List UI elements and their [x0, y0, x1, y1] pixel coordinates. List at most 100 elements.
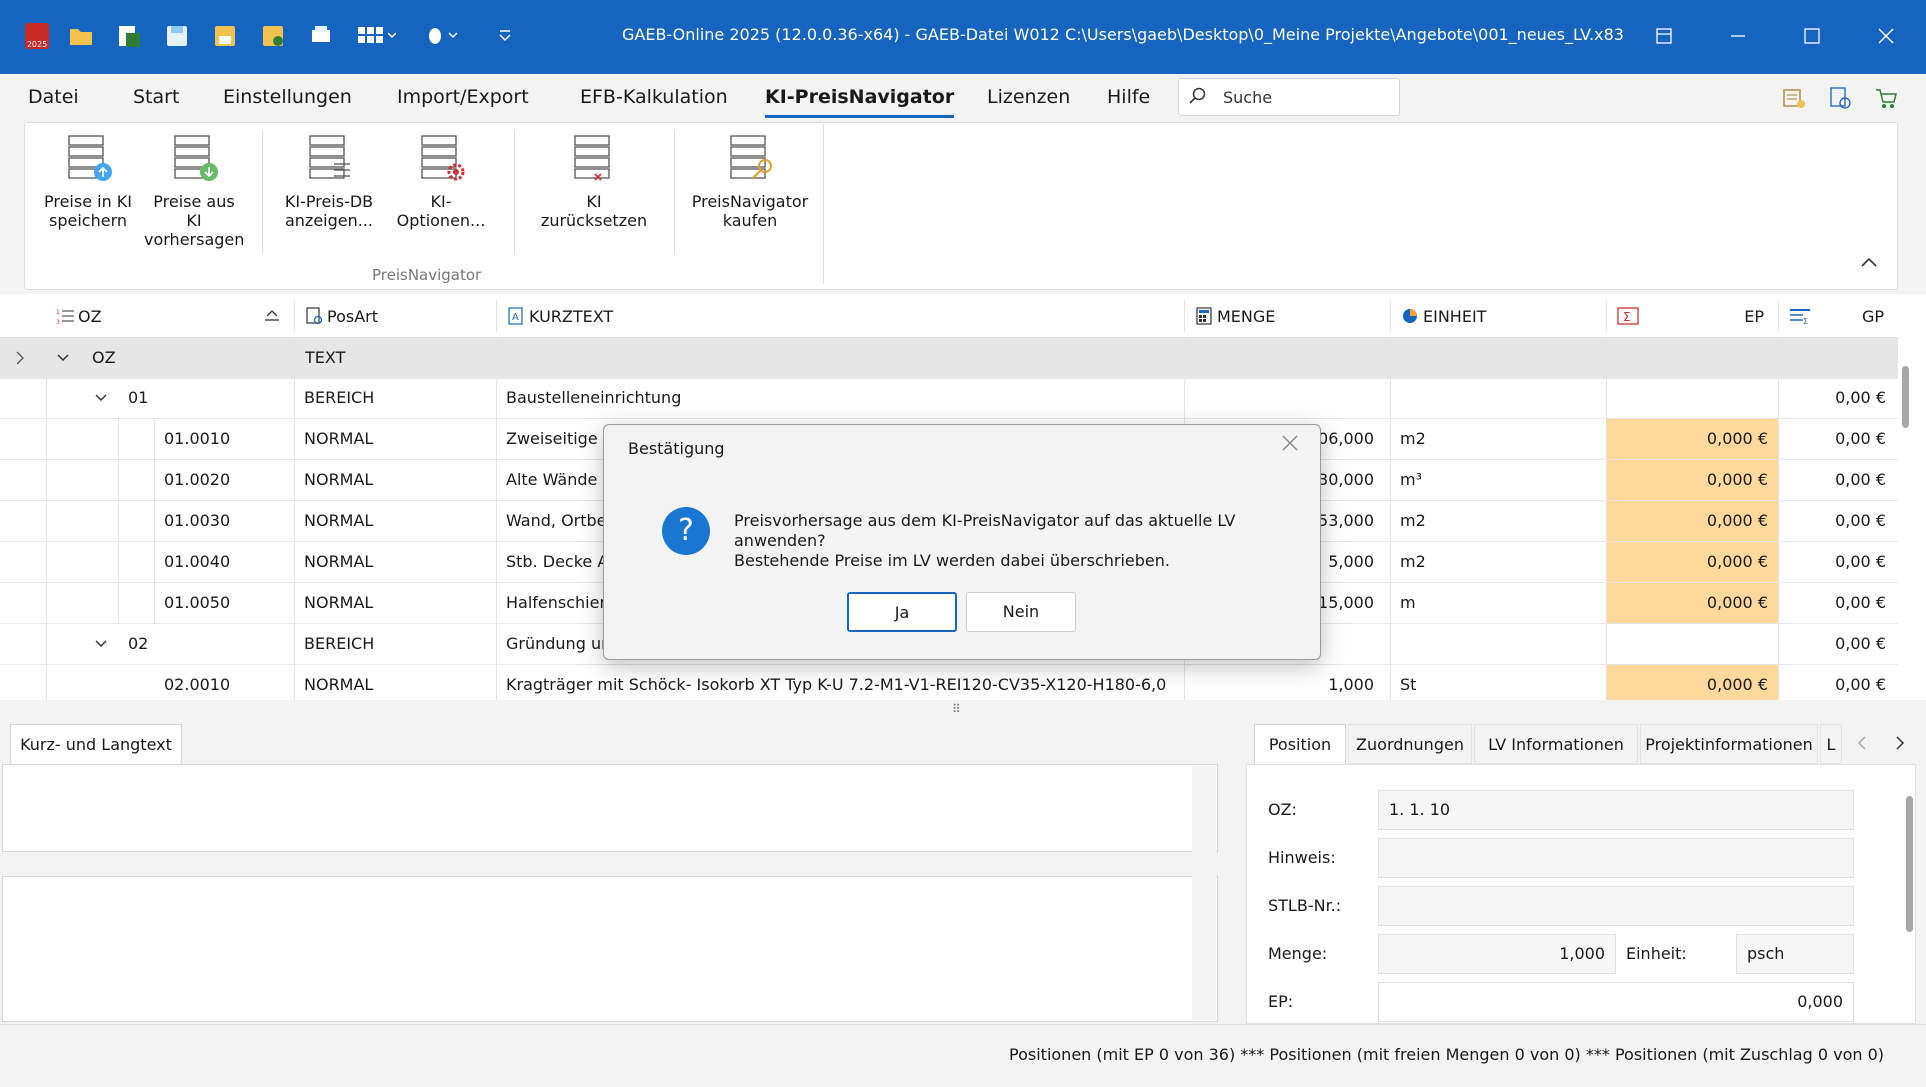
restore-layout-icon[interactable] — [1644, 18, 1684, 54]
menu-datei[interactable]: Datei — [28, 86, 79, 108]
dialog-message-line: Bestehende Preise im LV werden dabei übe… — [734, 551, 1170, 570]
column-separator — [1390, 338, 1391, 700]
menge-field[interactable]: 1,000 — [1378, 934, 1616, 974]
ribbon-label: PreisNavigator — [691, 192, 809, 211]
cell-ep: 0,000 € — [1606, 542, 1778, 582]
print-icon[interactable] — [304, 18, 338, 54]
column-header-menge[interactable]: MENGE — [1184, 300, 1390, 332]
ribbon-label: KI-Preis-DB — [284, 192, 374, 211]
svg-text:3: 3 — [56, 319, 60, 325]
dialog-close-icon[interactable] — [1280, 433, 1300, 459]
close-icon[interactable] — [1866, 18, 1906, 54]
open-folder-icon[interactable] — [64, 18, 98, 54]
save-icon[interactable] — [160, 18, 194, 54]
cell-gp: 0,00 € — [1835, 675, 1886, 694]
cell-ep — [1606, 378, 1778, 418]
column-header-posart[interactable]: PosArt — [294, 300, 496, 332]
cell-ep: 0,000 € — [1606, 460, 1778, 500]
column-header-label: GP — [1861, 306, 1884, 326]
new-file-icon[interactable] — [256, 18, 290, 54]
grid-scrollbar[interactable] — [1902, 366, 1909, 428]
minimize-icon[interactable] — [1718, 18, 1758, 54]
ep-field[interactable]: 0,000 — [1378, 982, 1854, 1022]
cell-oz: 01.0030 — [164, 511, 231, 530]
save-as-icon[interactable] — [208, 18, 242, 54]
show-ki-price-db-button[interactable]: KI-Preis-DB anzeigen... — [280, 130, 378, 230]
tab-zuordnungen[interactable]: Zuordnungen — [1348, 724, 1472, 764]
search-icon — [1189, 87, 1207, 110]
cell-einheit: m2 — [1400, 552, 1426, 571]
unit-icon — [1401, 307, 1419, 325]
no-button[interactable]: Nein — [966, 592, 1076, 632]
excel-import-icon[interactable] — [112, 18, 146, 54]
table-row[interactable]: 01 BEREICH Baustelleneinrichtung 0,00 € — [0, 378, 1898, 419]
confirmation-dialog: Bestätigung ? Preisvorhersage aus dem KI… — [603, 424, 1321, 660]
kurztext-editor[interactable] — [2, 764, 1218, 852]
hinweis-field[interactable] — [1378, 838, 1854, 878]
collapse-chevron-icon[interactable] — [56, 338, 76, 378]
layout-grid-icon[interactable] — [352, 18, 400, 54]
svg-text:A: A — [512, 312, 519, 323]
expand-arrow-icon[interactable] — [14, 338, 34, 378]
menu-einstellungen[interactable]: Einstellungen — [223, 86, 352, 108]
cell-ep: 0,000 € — [1606, 665, 1778, 705]
sort-icon[interactable] — [264, 307, 280, 326]
menu-efb-kalkulation[interactable]: EFB-Kalkulation — [580, 86, 728, 108]
svg-text:1: 1 — [56, 309, 60, 316]
menu-lizenzen[interactable]: Lizenzen — [987, 86, 1070, 108]
stlb-field[interactable] — [1378, 886, 1854, 926]
document-settings-icon[interactable] — [1825, 84, 1855, 112]
collapse-ribbon-icon[interactable] — [1860, 252, 1878, 273]
tab-lv-informationen[interactable]: LV Informationen — [1474, 724, 1638, 764]
tab-kurz-langtext[interactable]: Kurz- und Langtext — [10, 724, 182, 764]
tab-more[interactable]: L — [1820, 724, 1842, 764]
customize-toolbar-icon[interactable] — [490, 18, 520, 54]
column-header-ep[interactable]: Σ EP — [1606, 300, 1778, 332]
column-header-label: KURZTEXT — [529, 306, 614, 326]
collapse-chevron-icon[interactable] — [94, 624, 114, 664]
server-list-icon — [304, 130, 354, 186]
form-scrollbar[interactable] — [1906, 796, 1913, 932]
column-header-gp[interactable]: Σ GP — [1778, 300, 1898, 332]
langtext-editor[interactable] — [2, 876, 1218, 1022]
price-list-icon[interactable] — [1779, 84, 1809, 112]
menu-ki-preisnavigator[interactable]: KI-PreisNavigator — [765, 86, 955, 118]
reset-ki-button[interactable]: KI zurücksetzen — [532, 130, 656, 230]
cell-gp: 0,00 € — [1835, 511, 1886, 530]
collapse-chevron-icon[interactable] — [94, 378, 114, 418]
table-row-root[interactable]: OZ TEXT — [0, 338, 1898, 379]
predict-prices-from-ki-button[interactable]: Preise aus KI vorhersagen — [144, 130, 244, 249]
tab-scroll-left-icon[interactable] — [1856, 734, 1868, 756]
column-header-kurztext[interactable]: A KURZTEXT — [496, 300, 1184, 332]
touch-mode-icon[interactable] — [420, 18, 466, 54]
shop-cart-icon[interactable] — [1871, 84, 1901, 112]
ki-options-button[interactable]: KI-Optionen... — [386, 130, 496, 230]
search-box[interactable]: Suche — [1178, 78, 1400, 116]
menu-start[interactable]: Start — [133, 86, 179, 108]
status-bar: Positionen (mit EP 0 von 36) *** Positio… — [0, 1024, 1926, 1087]
tab-position[interactable]: Position — [1254, 724, 1346, 764]
tab-scroll-right-icon[interactable] — [1894, 734, 1906, 756]
column-separator — [1778, 338, 1779, 700]
tab-projektinformationen[interactable]: Projektinformationen — [1640, 724, 1818, 764]
save-prices-to-ki-button[interactable]: Preise in KI speichern — [42, 130, 134, 230]
cell-einheit: m2 — [1400, 429, 1426, 448]
grip-icon: ⠿ — [952, 702, 961, 716]
cell-einheit: m2 — [1400, 511, 1426, 530]
menu-import-export[interactable]: Import/Export — [397, 86, 529, 108]
column-header-einheit[interactable]: EINHEIT — [1390, 300, 1606, 332]
buy-preisnavigator-button[interactable]: PreisNavigator kaufen — [690, 130, 810, 230]
yes-button[interactable]: Ja — [847, 592, 957, 632]
cell-menge — [1184, 378, 1384, 418]
column-header-label: OZ — [78, 306, 102, 326]
menu-hilfe[interactable]: Hilfe — [1107, 86, 1150, 108]
column-header-oz[interactable]: 1 3 OZ — [46, 300, 294, 332]
maximize-icon[interactable] — [1792, 18, 1832, 54]
cell-oz: 01.0010 — [164, 429, 231, 448]
einheit-field[interactable]: psch — [1736, 934, 1854, 974]
ribbon-label: anzeigen... — [284, 211, 374, 230]
document-search-icon — [305, 307, 323, 325]
oz-field[interactable]: 1. 1. 10 — [1378, 790, 1854, 830]
horizontal-splitter[interactable]: ⠿ — [0, 700, 1926, 718]
question-icon: ? — [662, 507, 710, 555]
